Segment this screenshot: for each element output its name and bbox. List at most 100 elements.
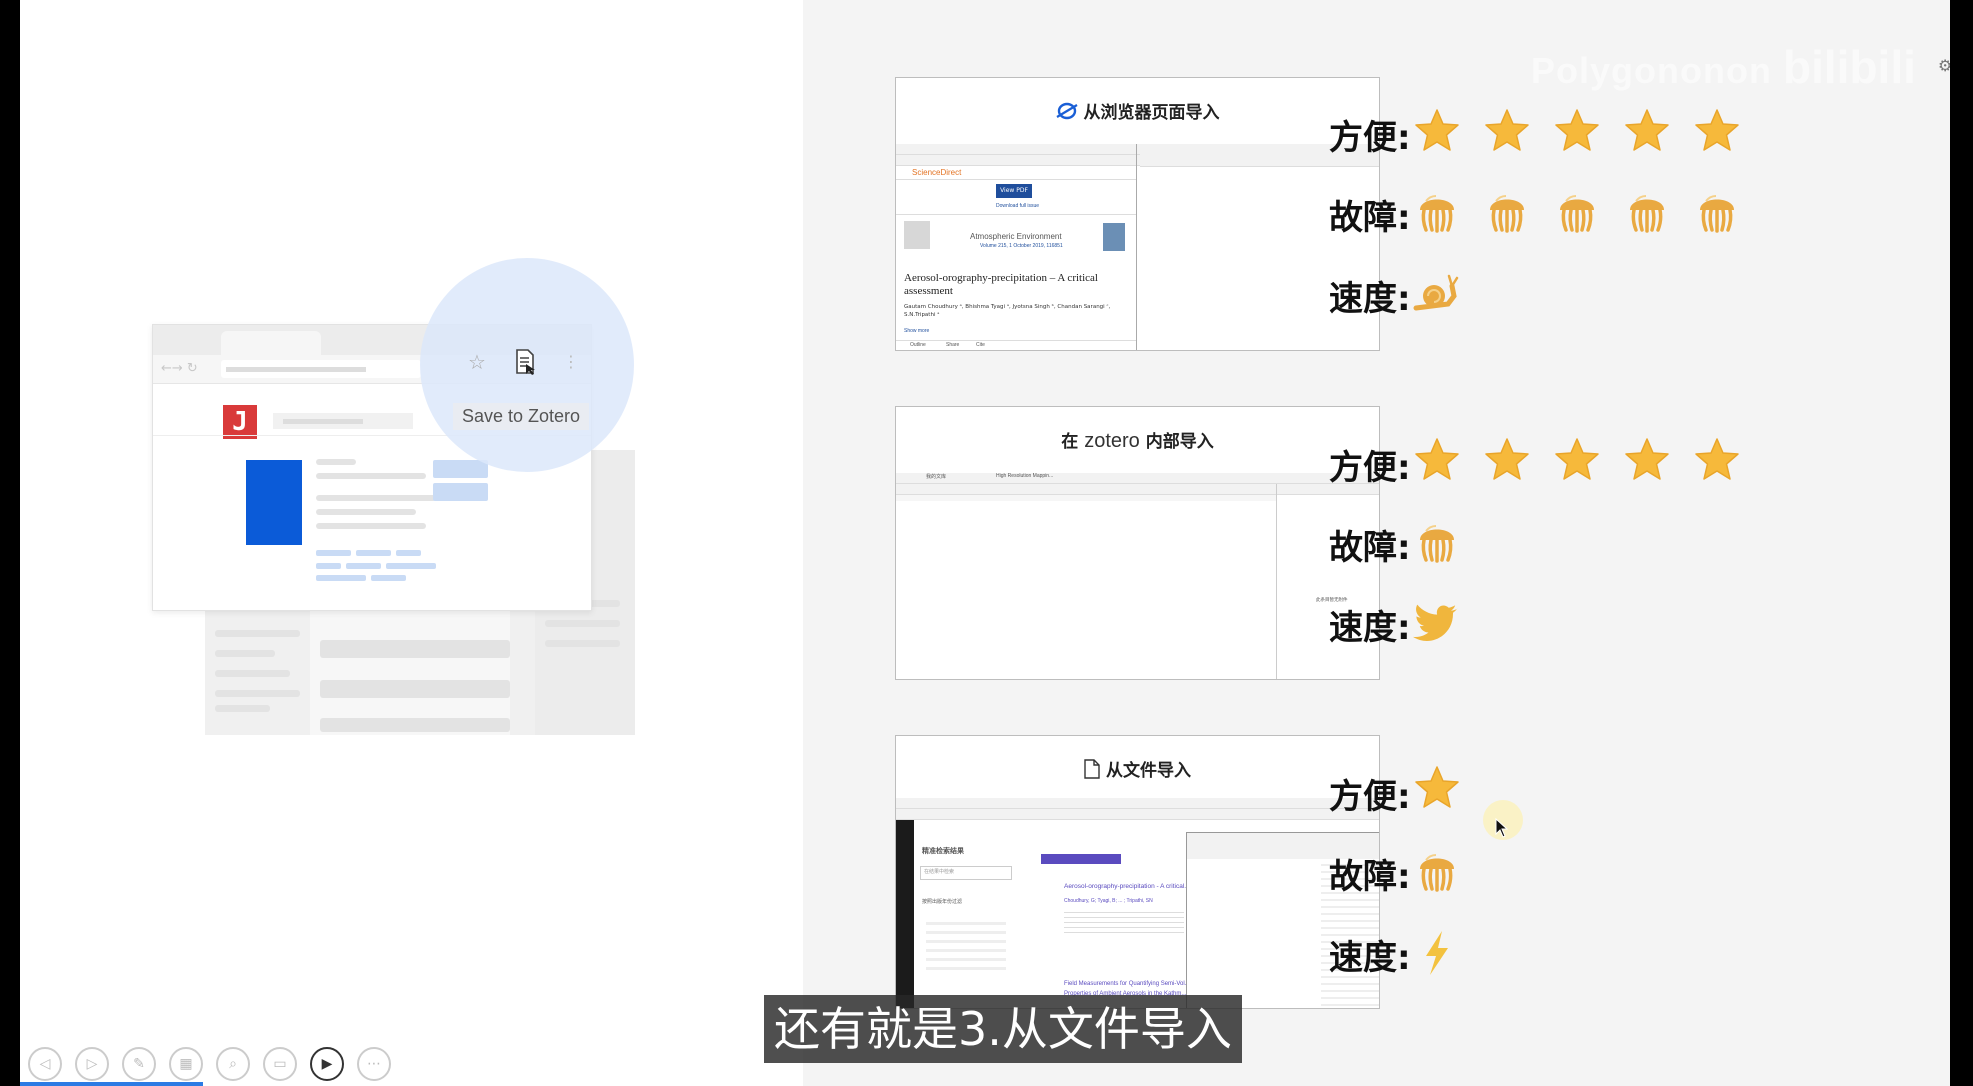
zotero-tooltip: Save to Zotero bbox=[453, 403, 590, 430]
bookmark-star-icon[interactable]: ☆ bbox=[468, 350, 486, 374]
jellyfish-icon bbox=[1412, 186, 1462, 236]
filter-list bbox=[926, 916, 1006, 976]
column-header bbox=[896, 495, 1276, 501]
star-icon bbox=[1412, 107, 1462, 157]
browser-refresh-icon bbox=[1055, 101, 1078, 126]
subtitle-icon[interactable]: ▭ bbox=[263, 1047, 297, 1081]
view-pdf-button[interactable]: View PDF bbox=[996, 184, 1032, 198]
rating-label-convenience: 方便: bbox=[1329, 118, 1411, 158]
zotero-toolbar bbox=[896, 484, 1379, 495]
star-icon bbox=[1552, 107, 1602, 157]
cite-button[interactable]: Cite bbox=[976, 342, 985, 348]
zotero-tabbar bbox=[896, 473, 1379, 484]
camera-icon[interactable]: ▶ bbox=[310, 1047, 344, 1081]
progress-bar bbox=[20, 1082, 203, 1086]
jellyfish-icon bbox=[1622, 186, 1672, 236]
slides-icon[interactable]: ▦ bbox=[169, 1047, 203, 1081]
bg-line bbox=[215, 650, 275, 657]
browser-tab[interactable] bbox=[221, 331, 321, 355]
link-line bbox=[386, 563, 436, 569]
link-line bbox=[356, 550, 391, 556]
journal-cover bbox=[1103, 223, 1125, 251]
dark-sidebar bbox=[896, 820, 914, 1008]
rating-label-speed: 速度: bbox=[1329, 608, 1411, 648]
search-placeholder: 在结果中检索 bbox=[924, 869, 955, 875]
result-title-2[interactable]: Field Measurements for Quantifying Semi-… bbox=[1064, 981, 1190, 987]
link-line bbox=[346, 563, 381, 569]
elsevier-logo bbox=[904, 221, 930, 249]
pane-divider bbox=[1276, 484, 1277, 679]
star-icon bbox=[1622, 107, 1672, 157]
divider bbox=[896, 179, 1136, 180]
rating-label-convenience: 方便: bbox=[1329, 777, 1411, 817]
download-link[interactable]: Download full issue bbox=[996, 203, 1039, 209]
bg-line bbox=[545, 640, 620, 647]
bg-line bbox=[320, 680, 510, 698]
rating-label-speed: 速度: bbox=[1329, 279, 1411, 319]
rating-label-fault: 故障: bbox=[1329, 198, 1411, 238]
nav-arrows-icon[interactable]: ←→ ↻ bbox=[161, 361, 198, 376]
book-cover bbox=[246, 460, 302, 545]
inner-bookmark-bar bbox=[896, 809, 1379, 820]
bg-line bbox=[316, 459, 356, 465]
jellyfish-icon bbox=[1412, 516, 1462, 566]
zotero-save-icon[interactable] bbox=[515, 349, 535, 375]
show-more-link[interactable]: Show more bbox=[904, 328, 929, 334]
link-line bbox=[316, 563, 341, 569]
star-icon bbox=[1482, 436, 1532, 486]
action-button[interactable] bbox=[433, 460, 488, 478]
bg-line bbox=[320, 640, 510, 658]
more-icon[interactable]: ⋯ bbox=[357, 1047, 391, 1081]
snail-icon bbox=[1412, 266, 1462, 316]
bg-line bbox=[316, 473, 426, 479]
zoom-icon[interactable]: ⌕ bbox=[216, 1047, 250, 1081]
export-button[interactable] bbox=[1041, 854, 1121, 864]
pen-icon[interactable]: ✎ bbox=[122, 1047, 156, 1081]
result-authors-1: Choudhury, G; Tyagi, B; ... ; Tripathi, … bbox=[1064, 898, 1153, 904]
star-icon bbox=[1412, 764, 1462, 814]
star-icon bbox=[1412, 436, 1462, 486]
action-button[interactable] bbox=[433, 483, 488, 501]
bg-line bbox=[316, 509, 416, 515]
zotero-tab-library[interactable]: 我的文库 bbox=[926, 473, 946, 480]
result-abstract bbox=[1064, 908, 1184, 936]
outline-button[interactable]: Outline bbox=[910, 342, 926, 348]
sciencedirect-brand: ScienceDirect bbox=[912, 168, 962, 177]
bg-line bbox=[316, 495, 436, 501]
rating-label-fault: 故障: bbox=[1329, 857, 1411, 897]
journal-name: Atmospheric Environment bbox=[970, 232, 1062, 241]
bg-line bbox=[215, 630, 300, 637]
bg-line bbox=[545, 620, 620, 627]
result-title-1[interactable]: Aerosol-orography-precipitation - A crit… bbox=[1064, 883, 1190, 890]
next-icon[interactable]: ▷ bbox=[75, 1047, 109, 1081]
bg-line bbox=[215, 670, 290, 677]
menu-dots-icon[interactable]: ⋮ bbox=[563, 352, 579, 371]
prev-icon[interactable]: ◁ bbox=[28, 1047, 62, 1081]
star-icon bbox=[1622, 436, 1672, 486]
watermark: Polygononon bbox=[1531, 50, 1772, 91]
lightning-icon bbox=[1412, 928, 1462, 978]
mouse-cursor-icon bbox=[1495, 817, 1509, 842]
zotero-import-screenshot: 在 zotero 内部导入 我的文库 High Resolution Mappi… bbox=[895, 406, 1380, 680]
rating-label-speed: 速度: bbox=[1329, 938, 1411, 978]
star-icon bbox=[1552, 436, 1602, 486]
bg-line bbox=[215, 690, 300, 697]
bg-line bbox=[316, 523, 426, 529]
link-line bbox=[316, 550, 351, 556]
divider bbox=[896, 214, 1136, 215]
share-button[interactable]: Share bbox=[946, 342, 959, 348]
article-authors: Gautam Choudhury ᵃ, Bhishma Tyagi ᵃ, Jyo… bbox=[904, 304, 1111, 318]
rating-label-fault: 故障: bbox=[1329, 528, 1411, 568]
star-icon bbox=[1692, 107, 1742, 157]
bg-line bbox=[320, 718, 510, 732]
slide-stage: ←→ ↻ J ☆ ⋮ Save to Zotero Polygononon bi… bbox=[20, 0, 1950, 1086]
rating-label-convenience: 方便: bbox=[1329, 448, 1411, 488]
file-import-screenshot: 从文件导入 精准检索结果 在结果中检索 按照出版年份过滤 Aerosol-oro… bbox=[895, 735, 1380, 1009]
results-panel-title: 精准检索结果 bbox=[922, 848, 964, 855]
split-divider bbox=[1136, 144, 1137, 350]
search-placeholder bbox=[283, 419, 363, 424]
jellyfish-icon bbox=[1692, 186, 1742, 236]
journal-volume: Volume 215, 1 October 2019, 116851 bbox=[980, 243, 1063, 249]
settings-corner-icon[interactable]: ⚙ bbox=[1938, 56, 1950, 75]
zotero-tab-item[interactable]: High Resolution Mappin... bbox=[996, 473, 1053, 479]
